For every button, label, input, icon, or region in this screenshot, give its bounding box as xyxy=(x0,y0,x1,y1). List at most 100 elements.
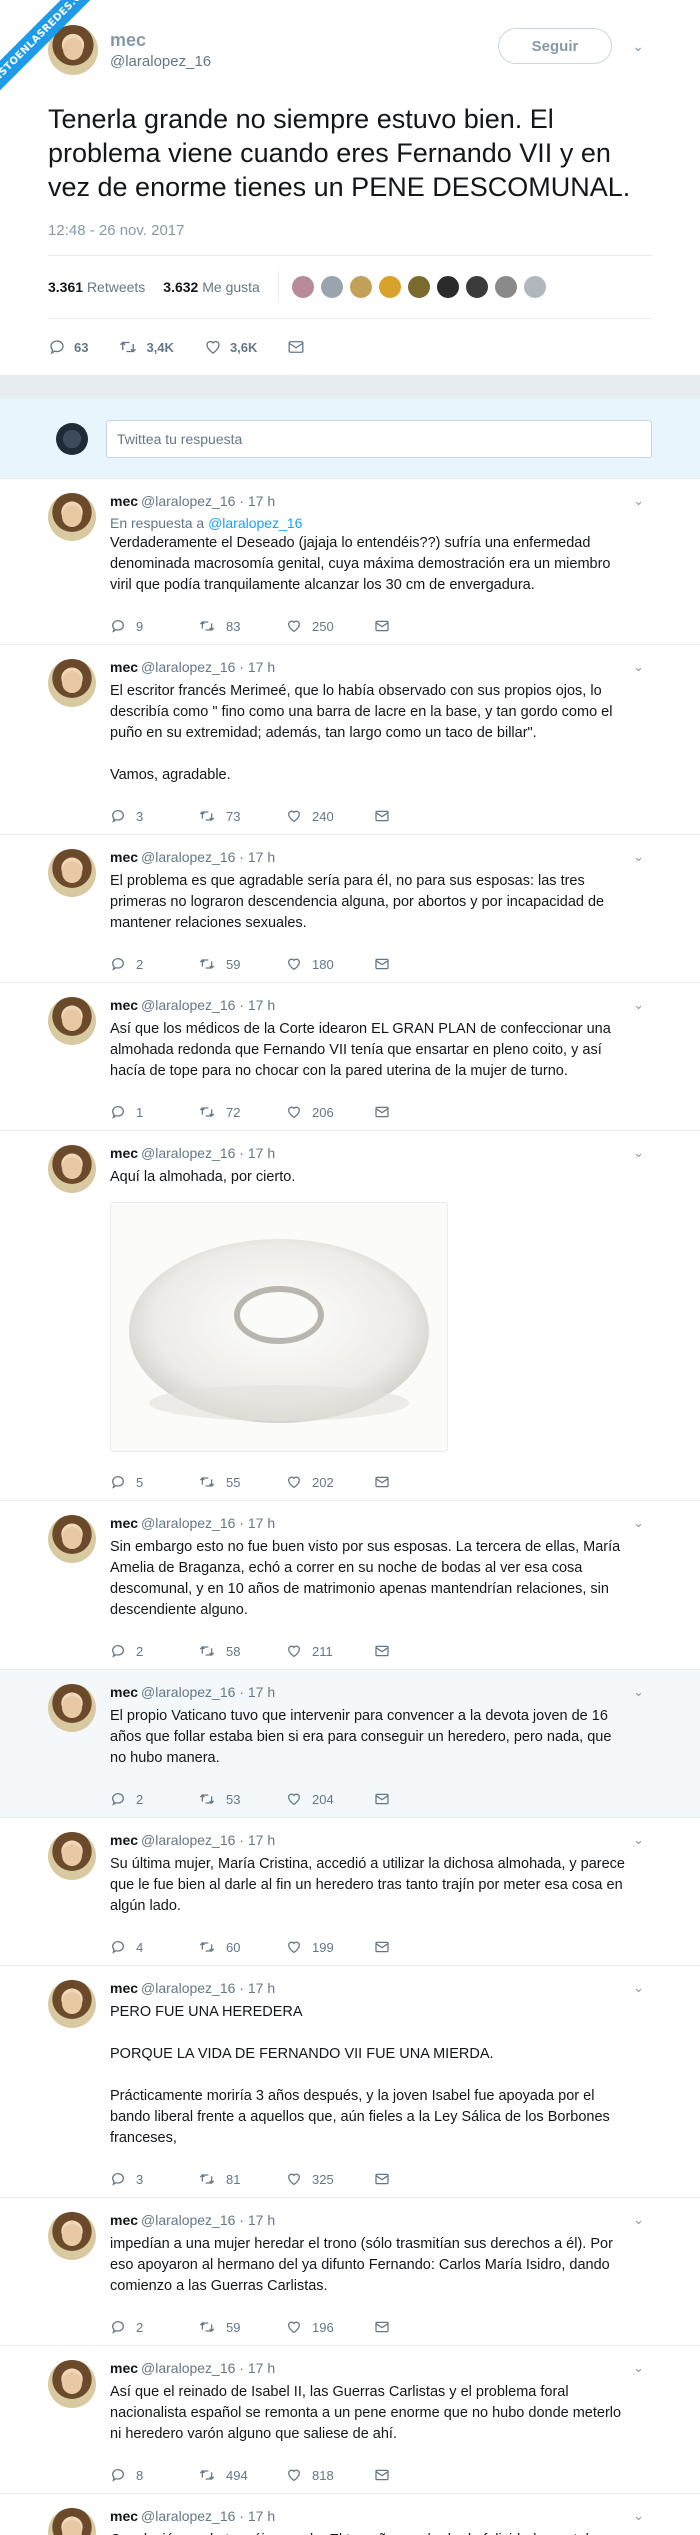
like-action[interactable]: 818 xyxy=(286,2467,374,2483)
reply-meta[interactable]: @laralopez_16 · 17 h xyxy=(141,2508,275,2524)
reply-tweet[interactable]: mec @laralopez_16 · 17 h ⌄ impedían a una m… xyxy=(0,2198,700,2346)
avatar[interactable] xyxy=(48,997,96,1045)
like-action[interactable]: 211 xyxy=(286,1643,374,1659)
reply-author-name[interactable]: mec xyxy=(110,1515,138,1531)
like-action[interactable]: 202 xyxy=(286,1474,374,1490)
reply-tweet[interactable]: mec@laralopez_16 · 17 h⌄Conclusión: no l… xyxy=(0,2494,700,2535)
reply-meta[interactable]: @laralopez_16 · 17 h xyxy=(141,659,275,675)
message-action[interactable] xyxy=(287,338,313,356)
reply-meta[interactable]: @laralopez_16 · 17 h xyxy=(141,849,275,865)
avatar[interactable] xyxy=(48,2212,96,2260)
chevron-down-icon[interactable]: ⌄ xyxy=(633,2508,644,2524)
reply-action[interactable]: 2 xyxy=(110,956,198,972)
like-action[interactable]: 206 xyxy=(286,1104,374,1120)
chevron-down-icon[interactable]: ⌄ xyxy=(633,1980,644,1996)
avatar[interactable] xyxy=(48,659,96,707)
message-action[interactable] xyxy=(374,1791,404,1807)
liker-avatar[interactable] xyxy=(406,275,431,299)
avatar[interactable] xyxy=(48,1515,96,1563)
chevron-down-icon[interactable]: ⌄ xyxy=(633,2360,644,2376)
reply-meta[interactable]: @laralopez_16 · 17 h xyxy=(141,1832,275,1848)
like-action[interactable]: 325 xyxy=(286,2171,374,2187)
reply-author-name[interactable]: mec xyxy=(110,997,138,1013)
reply-meta[interactable]: @laralopez_16 · 17 h xyxy=(141,1515,275,1531)
reply-author-name[interactable]: mec xyxy=(110,2212,138,2228)
retweet-action[interactable]: 58 xyxy=(198,1643,286,1659)
retweet-action[interactable]: 81 xyxy=(198,2171,286,2187)
liker-avatar[interactable] xyxy=(319,275,344,299)
avatar[interactable] xyxy=(48,1145,96,1193)
retweets-stat[interactable]: 3.361 Retweets xyxy=(48,279,145,295)
reply-action[interactable]: 8 xyxy=(110,2467,198,2483)
message-action[interactable] xyxy=(374,1104,404,1120)
chevron-down-icon[interactable]: ⌄ xyxy=(633,1515,644,1531)
liker-avatar[interactable] xyxy=(464,275,489,299)
reply-author-name[interactable]: mec xyxy=(110,1145,138,1161)
message-action[interactable] xyxy=(374,2319,404,2335)
reply-author-name[interactable]: mec xyxy=(110,1832,138,1848)
author-handle[interactable]: @laralopez_16 xyxy=(110,53,211,70)
retweet-action[interactable]: 73 xyxy=(198,808,286,824)
liker-avatar[interactable] xyxy=(348,275,373,299)
retweet-action[interactable]: 83 xyxy=(198,618,286,634)
liker-avatar[interactable] xyxy=(377,275,402,299)
reply-tweet[interactable]: mec @laralopez_16 · 17 h ⌄ En respuesta a @… xyxy=(0,479,700,645)
avatar[interactable] xyxy=(48,1684,96,1732)
avatar[interactable] xyxy=(48,493,96,541)
reply-action[interactable]: 4 xyxy=(110,1939,198,1955)
reply-tweet[interactable]: mec @laralopez_16 · 17 h ⌄ PERO FUE UNA HER… xyxy=(0,1966,700,2198)
reply-action[interactable]: 2 xyxy=(110,2319,198,2335)
chevron-down-icon[interactable]: ⌄ xyxy=(633,659,644,675)
message-action[interactable] xyxy=(374,1474,404,1490)
retweet-action[interactable]: 59 xyxy=(198,2319,286,2335)
chevron-down-icon[interactable]: ⌄ xyxy=(633,1684,644,1700)
like-action[interactable]: 3,6K xyxy=(204,338,257,356)
reply-meta[interactable]: @laralopez_16 · 17 h xyxy=(141,2212,275,2228)
avatar[interactable] xyxy=(48,2360,96,2408)
reply-meta[interactable]: @laralopez_16 · 17 h xyxy=(141,1145,275,1161)
reply-author-name[interactable]: mec xyxy=(110,2508,138,2524)
message-action[interactable] xyxy=(374,1939,404,1955)
likes-stat[interactable]: 3.632 Me gusta xyxy=(163,279,260,295)
reply-meta[interactable]: @laralopez_16 · 17 h xyxy=(141,493,275,509)
reply-action[interactable]: 2 xyxy=(110,1643,198,1659)
like-action[interactable]: 196 xyxy=(286,2319,374,2335)
retweet-action[interactable]: 60 xyxy=(198,1939,286,1955)
like-action[interactable]: 250 xyxy=(286,618,374,634)
reply-action[interactable]: 63 xyxy=(48,338,88,356)
avatar[interactable] xyxy=(48,2508,96,2535)
reply-tweet[interactable]: mec @laralopez_16 · 17 h ⌄ Así que los médi… xyxy=(0,983,700,1131)
avatar[interactable] xyxy=(48,1832,96,1880)
message-action[interactable] xyxy=(374,618,404,634)
chevron-down-icon[interactable]: ⌄ xyxy=(633,1832,644,1848)
like-action[interactable]: 199 xyxy=(286,1939,374,1955)
reply-author-name[interactable]: mec xyxy=(110,659,138,675)
retweet-action[interactable]: 55 xyxy=(198,1474,286,1490)
message-action[interactable] xyxy=(374,2171,404,2187)
reply-tweet[interactable]: mec @laralopez_16 · 17 h ⌄ El propio Vatica… xyxy=(0,1670,700,1818)
reply-meta[interactable]: @laralopez_16 · 17 h xyxy=(141,2360,275,2376)
reply-action[interactable]: 9 xyxy=(110,618,198,634)
chevron-down-icon[interactable]: ⌄ xyxy=(632,38,644,55)
author-name[interactable]: mec xyxy=(110,30,211,51)
like-action[interactable]: 240 xyxy=(286,808,374,824)
reply-author-name[interactable]: mec xyxy=(110,1980,138,1996)
chevron-down-icon[interactable]: ⌄ xyxy=(633,849,644,865)
retweet-action[interactable]: 72 xyxy=(198,1104,286,1120)
message-action[interactable] xyxy=(374,956,404,972)
reply-tweet[interactable]: mec @laralopez_16 · 17 h ⌄ Aquí la almohada… xyxy=(0,1131,700,1501)
liker-avatar[interactable] xyxy=(522,275,547,299)
reply-author-name[interactable]: mec xyxy=(110,1684,138,1700)
chevron-down-icon[interactable]: ⌄ xyxy=(633,2212,644,2228)
reply-author-name[interactable]: mec xyxy=(110,493,138,509)
reply-meta[interactable]: @laralopez_16 · 17 h xyxy=(141,997,275,1013)
liker-avatar[interactable] xyxy=(435,275,460,299)
reply-tweet[interactable]: mec @laralopez_16 · 17 h ⌄ El escritor fran… xyxy=(0,645,700,835)
reply-action[interactable]: 5 xyxy=(110,1474,198,1490)
in-reply-handle[interactable]: @laralopez_16 xyxy=(208,515,302,531)
avatar[interactable] xyxy=(48,1980,96,2028)
reply-author-name[interactable]: mec xyxy=(110,2360,138,2376)
reply-author-name[interactable]: mec xyxy=(110,849,138,865)
chevron-down-icon[interactable]: ⌄ xyxy=(633,1145,644,1161)
reply-action[interactable]: 2 xyxy=(110,1791,198,1807)
